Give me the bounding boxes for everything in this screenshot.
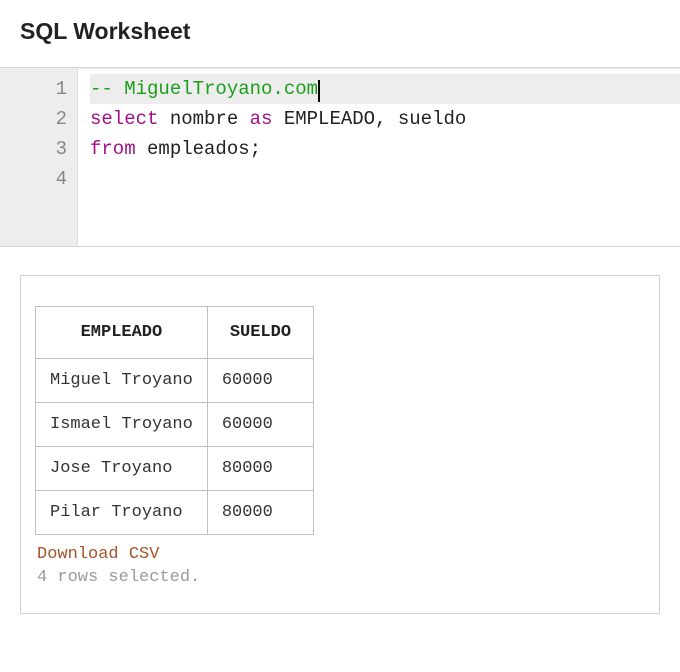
line-number: 1 xyxy=(6,74,67,104)
editor-gutter: 1234 xyxy=(0,68,78,246)
table-cell: Ismael Troyano xyxy=(36,403,208,447)
status-text: 4 rows selected. xyxy=(37,568,200,587)
table-row: Ismael Troyano60000 xyxy=(36,403,314,447)
table-row: Pilar Troyano80000 xyxy=(36,491,314,535)
line-number: 3 xyxy=(6,134,67,164)
table-cell: 80000 xyxy=(207,447,313,491)
code-token: EMPLEADO, sueldo xyxy=(272,108,466,130)
table-cell: 60000 xyxy=(207,359,313,403)
code-line[interactable]: -- MiguelTroyano.com xyxy=(90,74,680,104)
sql-editor[interactable]: 1234 -- MiguelTroyano.com select nombre a… xyxy=(0,67,680,247)
table-header: SUELDO xyxy=(207,307,313,359)
results-table: EMPLEADOSUELDO Miguel Troyano60000Ismael… xyxy=(35,306,314,535)
table-row: Miguel Troyano60000 xyxy=(36,359,314,403)
code-token: select xyxy=(90,108,158,130)
code-token: as xyxy=(250,108,273,130)
table-row: Jose Troyano80000 xyxy=(36,447,314,491)
editor-code-area[interactable]: -- MiguelTroyano.com select nombre as EMP… xyxy=(78,68,680,246)
code-token: from xyxy=(90,138,136,160)
table-cell: Jose Troyano xyxy=(36,447,208,491)
download-csv-link[interactable]: Download CSV xyxy=(37,545,159,564)
table-header: EMPLEADO xyxy=(36,307,208,359)
table-cell: Miguel Troyano xyxy=(36,359,208,403)
line-number: 4 xyxy=(6,164,67,194)
table-cell: Pilar Troyano xyxy=(36,491,208,535)
code-line[interactable]: from empleados; xyxy=(90,134,680,164)
table-cell: 80000 xyxy=(207,491,313,535)
results-panel: EMPLEADOSUELDO Miguel Troyano60000Ismael… xyxy=(20,275,660,614)
text-cursor xyxy=(318,80,320,102)
code-line[interactable] xyxy=(90,164,680,194)
table-cell: 60000 xyxy=(207,403,313,447)
code-token: empleados; xyxy=(136,138,261,160)
page-title: SQL Worksheet xyxy=(0,0,680,63)
code-token: -- MiguelTroyano.com xyxy=(90,78,318,100)
code-line[interactable]: select nombre as EMPLEADO, sueldo xyxy=(90,104,680,134)
code-token: nombre xyxy=(158,108,249,130)
line-number: 2 xyxy=(6,104,67,134)
